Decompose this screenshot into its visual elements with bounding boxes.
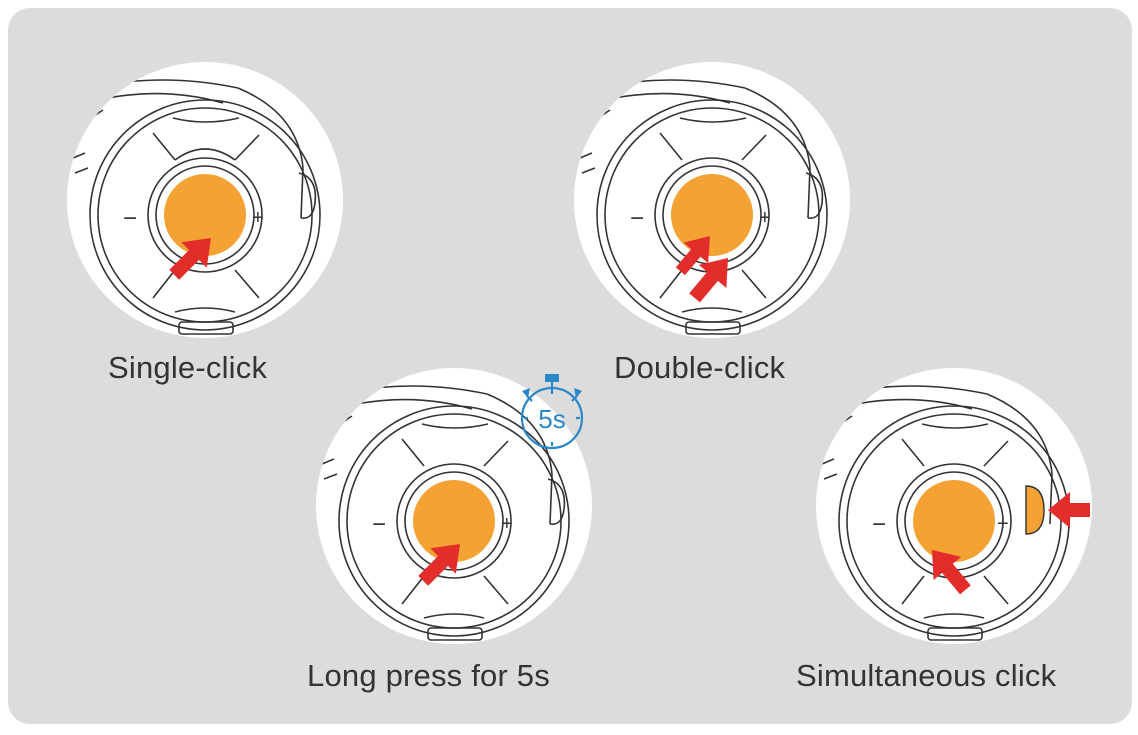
device-double-click: − +	[574, 62, 850, 338]
center-button	[671, 174, 753, 256]
center-button	[913, 480, 995, 562]
caption-double-click: Double-click	[614, 350, 786, 385]
plus-icon: +	[252, 207, 264, 229]
plus-icon: +	[501, 513, 513, 535]
plus-icon: +	[997, 513, 1009, 535]
timer-label: 5s	[538, 404, 565, 434]
minus-icon: −	[123, 205, 137, 232]
minus-icon: −	[872, 511, 886, 538]
minus-icon: −	[630, 205, 644, 232]
caption-simultaneous-click: Simultaneous click	[796, 658, 1057, 693]
stopwatch-icon: 5s	[520, 374, 584, 450]
caption-long-press: Long press for 5s	[307, 658, 550, 693]
caption-single-click: Single-click	[108, 350, 268, 385]
device-simultaneous-click: − +	[816, 368, 1092, 644]
minus-icon: −	[372, 511, 386, 538]
device-single-click: − +	[67, 62, 343, 338]
plus-icon: +	[759, 207, 771, 229]
